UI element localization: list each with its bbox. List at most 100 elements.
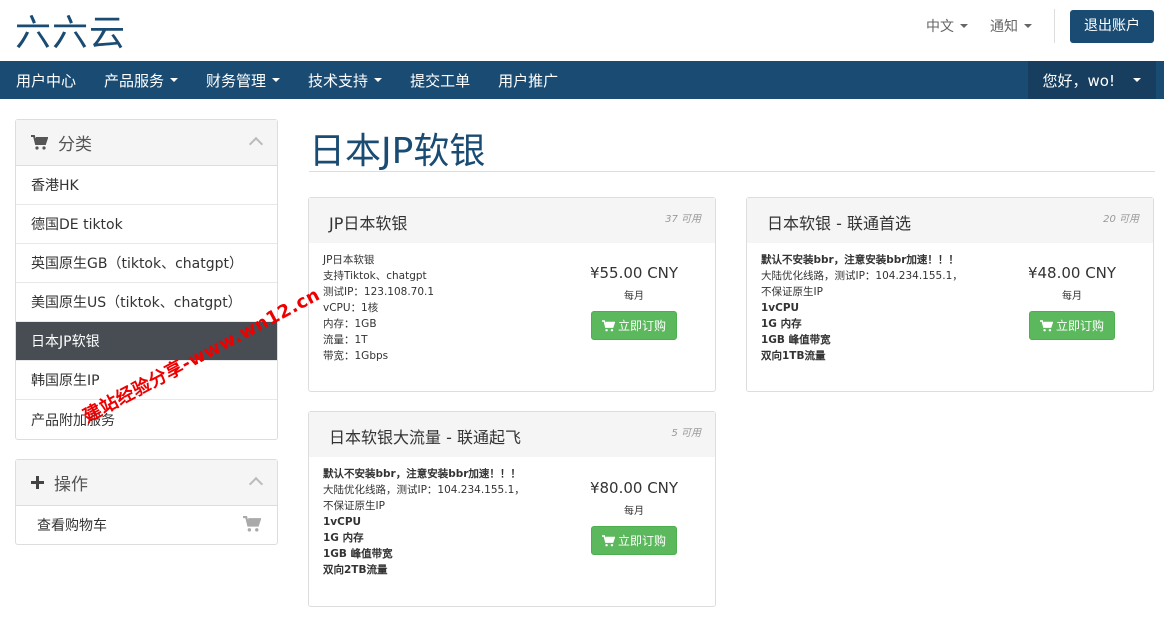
description-line: 1GB 峰值带宽	[323, 548, 393, 560]
shopping-cart-icon	[601, 319, 618, 332]
product-name: JP日本软银	[329, 214, 408, 233]
chevron-up-icon[interactable]	[248, 136, 264, 152]
description-line: 大陆优化线路，测试IP：104.234.155.1，	[761, 270, 963, 282]
description-line: 1vCPU	[323, 516, 362, 528]
nav-item[interactable]: 财务管理	[206, 70, 281, 91]
description-line: 流量：1T	[323, 334, 368, 346]
product-header: 日本软银 - 联通首选 20 可用	[747, 198, 1153, 243]
category-list: 香港HK 德国DE tiktok 英国原生GB（tiktok、chatgpt） 美国原…	[16, 166, 277, 439]
shopping-cart-icon	[31, 135, 48, 150]
logout-button[interactable]: 退出账户	[1070, 9, 1154, 43]
product-card: 日本软银大流量 - 联通起飞 5 可用默认不安装bbr，注意安装bbr加速！！！ 大…	[308, 411, 716, 607]
billing-cycle: 每月	[624, 291, 644, 302]
description-line: 1GB 峰值带宽	[761, 334, 831, 346]
description-line: 不保证原生IP	[323, 500, 385, 512]
description-line: 内存：1GB	[323, 318, 377, 330]
product-name: 日本软银大流量 - 联通起飞	[329, 428, 521, 447]
description-line: 支持Tiktok、chatgpt	[323, 270, 427, 282]
description-line: 1G 内存	[323, 532, 364, 544]
category-item[interactable]: 英国原生GB（tiktok、chatgpt）	[16, 244, 277, 283]
description-line: 1vCPU	[761, 302, 800, 314]
user-greeting: 您好，wo!	[1042, 71, 1115, 90]
view-cart-link[interactable]: 查看购物车	[16, 506, 277, 544]
product-price: ¥80.00 CNY	[589, 479, 679, 497]
caret-down-icon	[374, 78, 383, 82]
product-card: 日本软银 - 联通首选 20 可用默认不安装bbr，注意安装bbr加速！！！ 大陆优…	[746, 197, 1154, 392]
shopping-cart-icon	[601, 534, 618, 547]
product-description: 默认不安装bbr，注意安装bbr加速！！！ 大陆优化线路，测试IP：104.234…	[323, 466, 563, 578]
product-name: 日本软银 - 联通首选	[767, 214, 911, 233]
order-now-button[interactable]: 立即订购	[1029, 311, 1115, 340]
order-now-label: 立即订购	[617, 319, 666, 333]
nav-item[interactable]: 提交工单	[410, 70, 470, 91]
category-item[interactable]: 美国原生US（tiktok、chatgpt）	[16, 283, 277, 322]
product-card: JP日本软银 37 可用 JP日本软银支持Tiktok、chatgpt 测试IP：12…	[308, 197, 716, 392]
availability-count: 5 可用	[671, 428, 701, 439]
divider	[1054, 9, 1055, 43]
description-line: JP日本软银	[323, 254, 375, 266]
nav-items: 用户中心 产品服务 财务管理 技术支持 提交工单 用户推广	[16, 61, 586, 99]
nav-item-label: 用户中心	[16, 71, 77, 90]
actions-title: 操作	[54, 475, 88, 495]
product-description: 默认不安装bbr，注意安装bbr加速！！！ 大陆优化线路，测试IP：104.234…	[761, 252, 1001, 364]
shopping-cart-icon	[1039, 319, 1056, 332]
order-now-button[interactable]: 立即订购	[591, 311, 677, 340]
order-now-label: 立即订购	[617, 534, 666, 548]
product-header: 日本软银大流量 - 联通起飞 5 可用	[309, 412, 715, 457]
description-line: 默认不安装bbr，注意安装bbr加速！！！	[323, 468, 521, 480]
description-line: 测试IP：123.108.70.1	[323, 286, 435, 298]
title-divider	[309, 171, 1155, 172]
actions-header[interactable]: 操作	[16, 460, 277, 506]
site-logo[interactable]: 六六云	[15, 4, 126, 56]
billing-cycle: 每月	[1062, 291, 1082, 302]
top-links: 中文 通知 退出账户	[926, 8, 1164, 44]
description-line: 大陆优化线路，测试IP：104.234.155.1，	[323, 484, 525, 496]
nav-item-label: 技术支持	[308, 71, 369, 90]
top-bar: 六六云 中文 通知 退出账户	[0, 0, 1164, 61]
product-header: JP日本软银 37 可用	[309, 198, 715, 243]
categories-title: 分类	[58, 135, 92, 155]
view-cart-label: 查看购物车	[37, 518, 107, 534]
nav-item-label: 财务管理	[206, 71, 267, 90]
nav-item[interactable]: 产品服务	[104, 70, 179, 91]
description-line: 带宽：1Gbps	[323, 350, 389, 362]
description-line: 1G 内存	[761, 318, 802, 330]
caret-down-icon	[960, 24, 968, 28]
nav-item[interactable]: 用户中心	[16, 70, 76, 91]
description-line: 不保证原生IP	[761, 286, 823, 298]
product-price: ¥55.00 CNY	[589, 264, 679, 282]
category-item[interactable]: 香港HK	[16, 166, 277, 205]
nav-item-label: 用户推广	[498, 71, 559, 90]
product-description: JP日本软银支持Tiktok、chatgpt 测试IP：123.108.70.1 v…	[323, 252, 563, 364]
language-label: 中文	[926, 19, 954, 35]
nav-item[interactable]: 技术支持	[308, 70, 383, 91]
categories-header[interactable]: 分类	[16, 120, 277, 166]
shopping-cart-icon	[243, 516, 262, 536]
order-now-label: 立即订购	[1055, 319, 1104, 333]
description-line: vCPU：1核	[323, 302, 379, 314]
order-now-button[interactable]: 立即订购	[591, 526, 677, 555]
category-item[interactable]: 德国DE tiktok	[16, 205, 277, 244]
description-line: 双向2TB流量	[323, 564, 388, 576]
notifications-label: 通知	[990, 19, 1018, 35]
billing-cycle: 每月	[624, 506, 644, 517]
nav-item[interactable]: 用户推广	[498, 70, 558, 91]
caret-down-icon	[1024, 24, 1032, 28]
availability-count: 20 可用	[1103, 214, 1139, 225]
availability-count: 37 可用	[665, 214, 701, 225]
plus-icon	[31, 476, 44, 489]
product-price: ¥48.00 CNY	[1027, 264, 1117, 282]
notifications-dropdown[interactable]: 通知	[990, 16, 1032, 36]
description-line: 默认不安装bbr，注意安装bbr加速！！！	[761, 254, 959, 266]
description-line: 双向1TB流量	[761, 350, 826, 362]
chevron-up-icon[interactable]	[248, 476, 264, 492]
user-menu[interactable]: 您好，wo!	[1027, 61, 1156, 99]
nav-item-label: 提交工单	[410, 71, 471, 90]
page-title: 日本JP软银	[309, 131, 486, 172]
category-item[interactable]: 产品附加服务	[16, 400, 277, 439]
caret-down-icon	[272, 78, 281, 82]
actions-panel: 操作 查看购物车	[15, 459, 278, 545]
caret-down-icon	[1133, 78, 1141, 82]
language-dropdown[interactable]: 中文	[926, 16, 968, 36]
caret-down-icon	[170, 78, 179, 82]
